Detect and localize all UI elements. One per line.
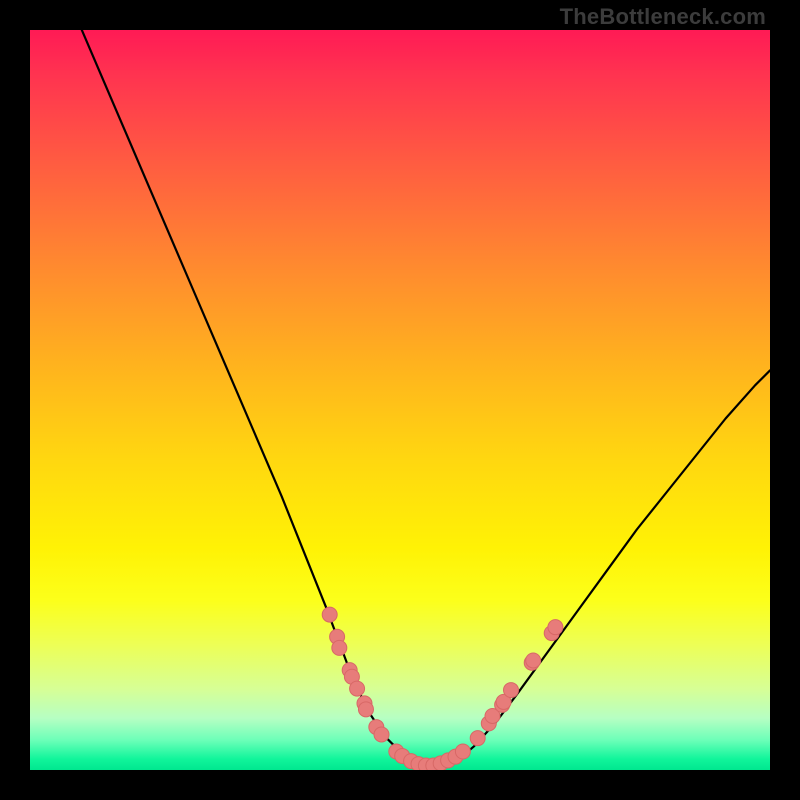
curve-marker: [526, 653, 541, 668]
curve-marker: [350, 681, 365, 696]
curve-marker: [455, 744, 470, 759]
plot-area: [30, 30, 770, 770]
curve-marker: [322, 607, 337, 622]
curve-marker: [332, 640, 347, 655]
bottleneck-curve: [82, 30, 770, 766]
chart-frame: TheBottleneck.com: [0, 0, 800, 800]
curve-marker: [504, 683, 519, 698]
curve-marker: [374, 727, 389, 742]
marker-layer: [322, 607, 563, 770]
watermark-text: TheBottleneck.com: [560, 4, 766, 30]
curve-marker: [548, 620, 563, 635]
curve-marker: [358, 702, 373, 717]
chart-svg: [30, 30, 770, 770]
curve-marker: [470, 731, 485, 746]
curve-layer: [82, 30, 770, 766]
